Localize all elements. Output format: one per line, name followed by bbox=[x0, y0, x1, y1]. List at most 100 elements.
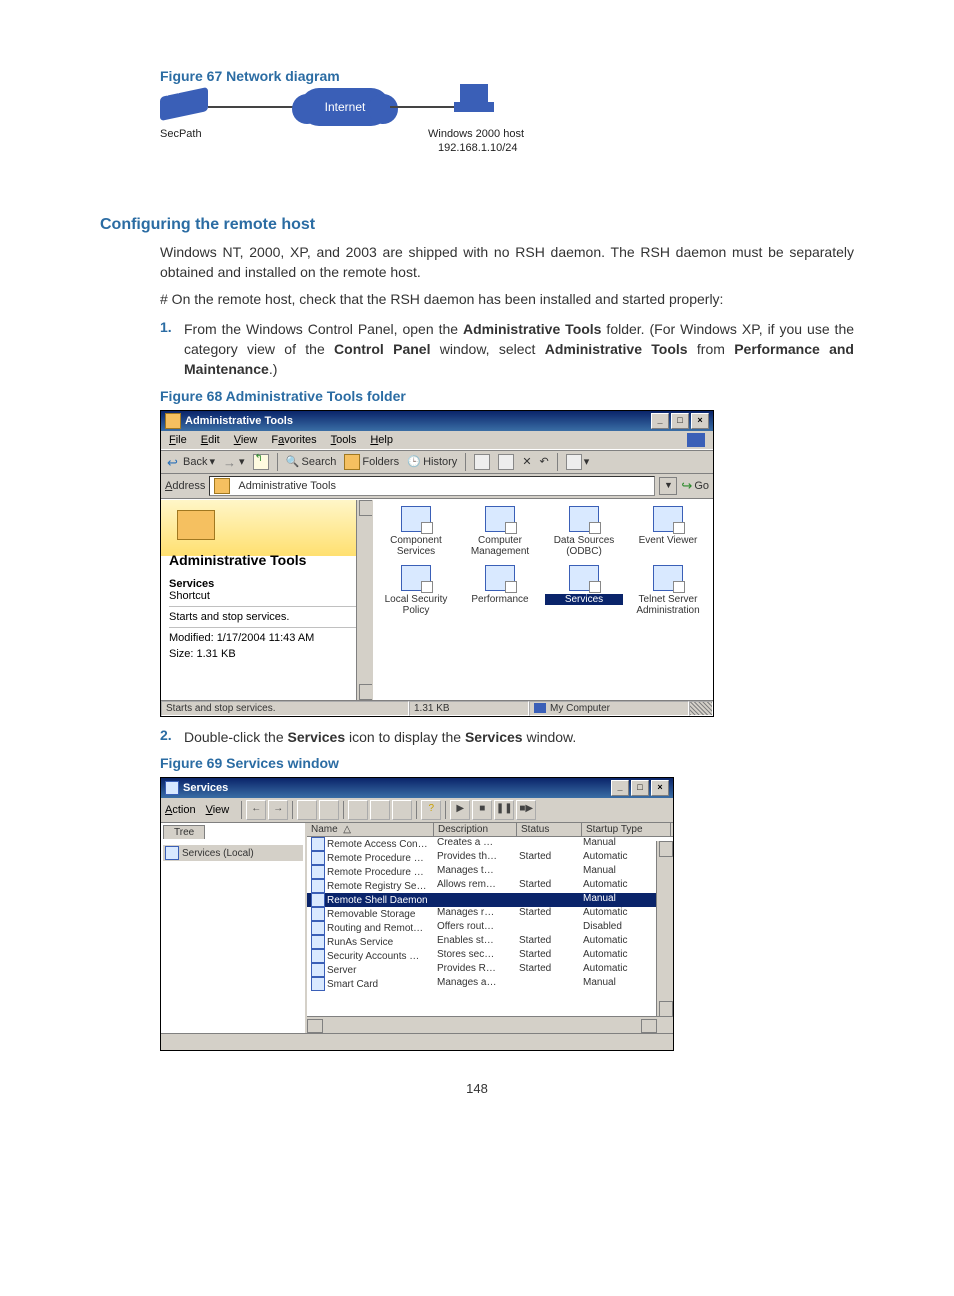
history-button[interactable]: History bbox=[405, 454, 459, 470]
service-icon bbox=[311, 977, 325, 991]
service-description: Creates a … bbox=[433, 837, 515, 851]
up-icon bbox=[253, 454, 269, 470]
search-button[interactable]: Search bbox=[284, 454, 339, 470]
service-icon bbox=[311, 893, 325, 907]
title-bar[interactable]: Services _ □ × bbox=[161, 778, 673, 798]
address-dropdown-button[interactable]: ▼ bbox=[659, 477, 677, 495]
menu-help[interactable]: Help bbox=[370, 434, 393, 446]
back-button[interactable]: ← bbox=[246, 800, 266, 820]
stop-button[interactable]: ■ bbox=[472, 800, 492, 820]
folder-icon-component-services[interactable]: Component Services bbox=[377, 506, 455, 557]
forward-button[interactable]: → bbox=[268, 800, 288, 820]
pause-button[interactable]: ❚❚ bbox=[494, 800, 514, 820]
service-icon bbox=[311, 963, 325, 977]
text: Double-click the bbox=[184, 729, 288, 745]
info-description: Starts and stop services. bbox=[169, 611, 364, 623]
service-row[interactable]: Routing and Remot…Offers rout…Disabled bbox=[307, 921, 673, 935]
service-icon bbox=[311, 949, 325, 963]
explorer-body: Administrative Tools Services Shortcut S… bbox=[161, 499, 713, 700]
folder-icon-local-security-policy[interactable]: Local Security Policy bbox=[377, 565, 455, 616]
menu-favorites[interactable]: Favorites bbox=[271, 434, 316, 446]
col-status[interactable]: Status bbox=[517, 823, 582, 836]
service-row[interactable]: Security Accounts …Stores sec…StartedAut… bbox=[307, 949, 673, 963]
menu-file[interactable]: File bbox=[169, 434, 187, 446]
info-item-name: Services bbox=[169, 578, 364, 590]
title-bar[interactable]: Administrative Tools _ □ × bbox=[161, 411, 713, 431]
address-bar: Address Administrative Tools ▼ Go bbox=[161, 474, 713, 499]
col-startup-type[interactable]: Startup Type bbox=[582, 823, 671, 836]
minimize-button[interactable]: _ bbox=[651, 413, 669, 429]
service-row[interactable]: Removable StorageManages r…StartedAutoma… bbox=[307, 907, 673, 921]
status-size: 1.31 KB bbox=[409, 701, 529, 716]
menu-view[interactable]: View bbox=[234, 434, 258, 446]
maximize-button[interactable]: □ bbox=[671, 413, 689, 429]
scrollbar-vertical[interactable] bbox=[656, 841, 673, 1017]
folder-icon-event-viewer[interactable]: Event Viewer bbox=[629, 506, 707, 557]
service-status bbox=[515, 921, 579, 935]
info-modified: Modified: 1/17/2004 11:43 AM bbox=[169, 632, 364, 644]
help-button[interactable]: ? bbox=[421, 800, 441, 820]
resize-grip[interactable] bbox=[689, 701, 713, 716]
tree-item-services-local[interactable]: Services (Local) bbox=[163, 845, 303, 861]
toolbar-button[interactable] bbox=[297, 800, 317, 820]
menu-edit[interactable]: Edit bbox=[201, 434, 220, 446]
col-name[interactable]: Name △ bbox=[307, 823, 434, 836]
refresh-button[interactable] bbox=[370, 800, 390, 820]
service-row[interactable]: Remote Procedure …Provides th…StartedAut… bbox=[307, 851, 673, 865]
service-row[interactable]: Smart CardManages a…Manual bbox=[307, 977, 673, 991]
close-button[interactable]: × bbox=[651, 780, 669, 796]
export-button[interactable] bbox=[392, 800, 412, 820]
service-name: Remote Access Con… bbox=[327, 839, 428, 850]
bold-term: Control Panel bbox=[334, 341, 430, 357]
copy-to-button[interactable] bbox=[496, 453, 516, 471]
service-startup-type: Automatic bbox=[579, 879, 667, 893]
separator bbox=[416, 801, 417, 819]
service-status bbox=[515, 977, 579, 991]
delete-button[interactable]: ✕ bbox=[520, 454, 533, 469]
views-button[interactable]: ▾ bbox=[564, 453, 592, 471]
folders-icon bbox=[344, 454, 360, 470]
close-button[interactable]: × bbox=[691, 413, 709, 429]
col-description[interactable]: Description bbox=[434, 823, 517, 836]
back-button[interactable]: Back ▾ bbox=[165, 454, 217, 470]
icon-pane[interactable]: Component ServicesComputer ManagementDat… bbox=[373, 500, 713, 700]
bold-term: Administrative Tools bbox=[463, 321, 602, 337]
address-input[interactable]: Administrative Tools bbox=[209, 476, 655, 496]
search-label: Search bbox=[302, 456, 337, 468]
service-description: Allows rem… bbox=[433, 879, 515, 893]
go-button[interactable]: Go bbox=[681, 478, 709, 494]
move-to-button[interactable] bbox=[472, 453, 492, 471]
folder-icon-services[interactable]: Services bbox=[545, 565, 623, 616]
forward-button[interactable]: ▾ bbox=[221, 454, 247, 470]
folders-label: Folders bbox=[362, 456, 399, 468]
figure69-caption: Figure 69 Services window bbox=[160, 755, 854, 771]
tree-tab[interactable]: Tree bbox=[163, 825, 205, 839]
folder-icon-telnet-server-administration[interactable]: Telnet Server Administration bbox=[629, 565, 707, 616]
menu-action[interactable]: Action bbox=[165, 804, 196, 816]
menu-tools[interactable]: Tools bbox=[331, 434, 357, 446]
folders-button[interactable]: Folders bbox=[342, 453, 401, 471]
folder-icon-computer-management[interactable]: Computer Management bbox=[461, 506, 539, 557]
scrollbar-vertical[interactable] bbox=[356, 500, 373, 700]
service-row[interactable]: Remote Shell DaemonManual bbox=[307, 893, 673, 907]
views-icon bbox=[566, 454, 582, 470]
up-button[interactable] bbox=[251, 453, 271, 471]
minimize-button[interactable]: _ bbox=[611, 780, 629, 796]
divider bbox=[169, 627, 364, 628]
maximize-button[interactable]: □ bbox=[631, 780, 649, 796]
scrollbar-horizontal[interactable] bbox=[307, 1016, 673, 1033]
service-row[interactable]: Remote Registry Se…Allows rem…StartedAut… bbox=[307, 879, 673, 893]
service-row[interactable]: Remote Procedure …Manages t…Manual bbox=[307, 865, 673, 879]
undo-button[interactable]: ↶ bbox=[538, 454, 551, 469]
service-row[interactable]: Remote Access Con…Creates a …Manual bbox=[307, 837, 673, 851]
service-row[interactable]: ServerProvides R…StartedAutomatic bbox=[307, 963, 673, 977]
folder-icon-performance[interactable]: Performance bbox=[461, 565, 539, 616]
toolbar-button[interactable] bbox=[319, 800, 339, 820]
restart-button[interactable]: ■▶ bbox=[516, 800, 536, 820]
properties-button[interactable] bbox=[348, 800, 368, 820]
folder-icon-data-sources-odbc-[interactable]: Data Sources (ODBC) bbox=[545, 506, 623, 557]
window-title: Administrative Tools bbox=[185, 415, 293, 427]
start-button[interactable]: ▶ bbox=[450, 800, 470, 820]
service-row[interactable]: RunAs ServiceEnables st…StartedAutomatic bbox=[307, 935, 673, 949]
menu-view[interactable]: View bbox=[206, 804, 230, 816]
